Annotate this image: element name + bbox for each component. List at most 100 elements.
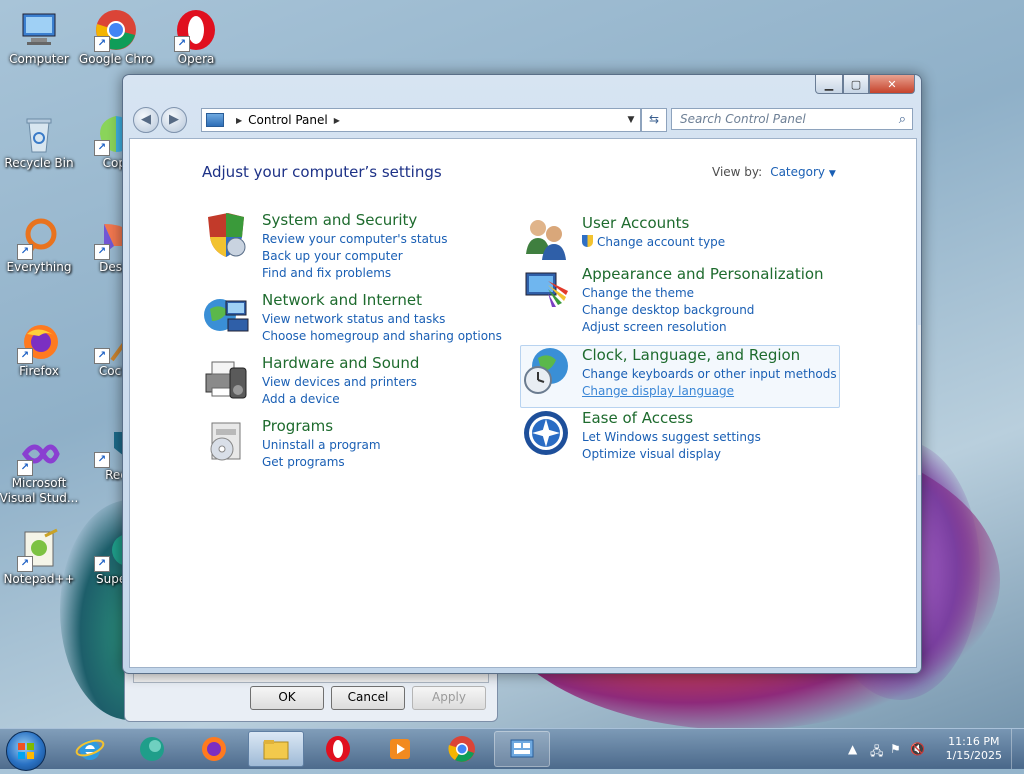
category-title[interactable]: Hardware and Sound [262, 354, 419, 372]
scrollbar[interactable] [918, 325, 921, 475]
appearance-icon [522, 265, 570, 313]
breadcrumb-arrow-icon[interactable]: ▶ [236, 116, 242, 125]
taskbar-file-explorer[interactable] [248, 731, 304, 767]
desktop-icon-computer[interactable]: Computer [0, 8, 81, 67]
link[interactable]: Change desktop background [582, 302, 754, 319]
opera-icon: ↗ [174, 8, 218, 52]
shortcut-arrow-icon: ↗ [94, 140, 110, 156]
clock[interactable]: 11:16 PM 1/15/2025 [946, 735, 1002, 763]
programs-icon [202, 417, 250, 465]
link[interactable]: Adjust screen resolution [582, 319, 754, 336]
media-player-icon [390, 739, 410, 759]
shortcut-arrow-icon: ↗ [94, 348, 110, 364]
recycle-bin-icon [17, 112, 61, 156]
breadcrumb-control-panel[interactable]: Control Panel [248, 113, 328, 127]
chrome-icon [448, 736, 475, 762]
link[interactable]: Change display language [582, 383, 837, 400]
start-button[interactable] [6, 731, 46, 771]
desktop-icon-recycle-bin[interactable]: Recycle Bin [0, 112, 81, 171]
shortcut-arrow-icon: ↗ [17, 348, 33, 364]
back-button[interactable]: ◀ [133, 107, 159, 133]
maximize-button[interactable]: ▢ [843, 75, 869, 94]
taskbar-app[interactable] [124, 731, 180, 767]
link[interactable]: Find and fix problems [262, 265, 448, 282]
shield-icon [202, 211, 250, 259]
link[interactable]: Get programs [262, 454, 381, 471]
desktop-icon-label: Everything [6, 260, 72, 274]
category-title[interactable]: Programs [262, 417, 333, 435]
link[interactable]: Optimize visual display [582, 446, 761, 463]
view-by-label: View by: [712, 165, 763, 179]
desktop-icon-notepadpp[interactable]: ↗ Notepad++ [0, 528, 81, 587]
forward-arrow-icon: ▶ [169, 112, 179, 127]
desktop-icon-label: Recycle Bin [4, 156, 74, 170]
category-title[interactable]: Ease of Access [582, 409, 693, 427]
show-hidden-icons-icon[interactable]: ▲ [848, 742, 857, 756]
breadcrumb-arrow-icon[interactable]: ▶ [334, 116, 340, 125]
minimize-button[interactable]: ▁ [815, 75, 843, 94]
link[interactable]: Back up your computer [262, 248, 448, 265]
system-tray: ▲ 🖧 ⚑ 🔇 11:16 PM 1/15/2025 [834, 729, 1024, 769]
taskbar-chrome[interactable] [434, 731, 490, 767]
app-icon [140, 737, 164, 761]
view-by-dropdown[interactable]: Category ▼ [770, 165, 836, 179]
view-by: View by: Category ▼ [712, 165, 836, 179]
link[interactable]: Change account type [582, 234, 725, 251]
address-bar[interactable]: ▶ Control Panel ▶ ▼ [201, 108, 641, 132]
link[interactable]: View network status and tasks [262, 311, 502, 328]
shortcut-arrow-icon: ↗ [94, 452, 110, 468]
control-panel-icon [206, 113, 224, 127]
internet-explorer-icon [75, 739, 105, 760]
category-title[interactable]: Appearance and Personalization [582, 265, 824, 283]
close-button[interactable]: ✕ [869, 75, 915, 94]
apply-button[interactable]: Apply [412, 686, 486, 710]
volume-muted-icon[interactable]: 🔇 [910, 742, 925, 756]
search-input[interactable]: Search Control Panel ⌕ [671, 108, 913, 130]
taskbar-firefox[interactable] [186, 731, 242, 767]
forward-button[interactable]: ▶ [161, 107, 187, 133]
taskbar-control-panel[interactable] [494, 731, 550, 767]
close-icon: ✕ [887, 77, 897, 91]
back-arrow-icon: ◀ [141, 112, 151, 127]
desktop-icon-opera[interactable]: ↗ Opera [154, 8, 238, 67]
users-icon [522, 214, 570, 262]
ok-button[interactable]: OK [250, 686, 324, 710]
search-placeholder: Search Control Panel [680, 112, 806, 126]
link[interactable]: Let Windows suggest settings [582, 429, 761, 446]
category-title[interactable]: Network and Internet [262, 291, 422, 309]
taskbar-opera[interactable] [310, 731, 366, 767]
taskbar-internet-explorer[interactable] [62, 731, 118, 767]
page-title: Adjust your computer’s settings [202, 163, 442, 181]
file-explorer-icon [263, 740, 289, 760]
action-center-flag-icon[interactable]: ⚑ [890, 742, 901, 756]
desktop-icon-google-chrome[interactable]: ↗ Google Chro [74, 8, 158, 67]
link[interactable]: Choose homegroup and sharing options [262, 328, 502, 345]
link[interactable]: Uninstall a program [262, 437, 381, 454]
link[interactable]: Change keyboards or other input methods [582, 366, 837, 383]
desktop-icon-visual-studio[interactable]: ↗ Microsoft Visual Stud... [0, 432, 81, 506]
link[interactable]: View devices and printers [262, 374, 417, 391]
cancel-button[interactable]: Cancel [331, 686, 405, 710]
network-icon[interactable]: 🖧 [870, 742, 883, 763]
desktop-icon-label: Notepad++ [3, 572, 75, 586]
taskbar-media-player[interactable] [372, 731, 428, 767]
chevron-down-icon: ▼ [828, 169, 836, 179]
category-title[interactable]: Clock, Language, and Region [582, 346, 800, 364]
refresh-button[interactable]: ⇆ [641, 108, 667, 132]
category-title[interactable]: User Accounts [582, 214, 689, 232]
show-desktop-button[interactable] [1011, 729, 1024, 769]
desktop-icon-label: Google Chro [78, 52, 154, 66]
clock-date: 1/15/2025 [945, 749, 1002, 762]
control-panel-content: Adjust your computer’s settings View by:… [129, 138, 921, 668]
category-title[interactable]: System and Security [262, 211, 417, 229]
search-icon[interactable]: ⌕ [899, 112, 906, 127]
address-dropdown-icon[interactable]: ▼ [622, 115, 640, 125]
firefox-icon: ↗ [17, 320, 61, 364]
link[interactable]: Change the theme [582, 285, 754, 302]
link[interactable]: Review your computer's status [262, 231, 448, 248]
clock-time: 11:16 PM [948, 735, 1000, 748]
desktop-icon-everything[interactable]: ↗ Everything [0, 216, 81, 275]
shortcut-arrow-icon: ↗ [94, 244, 110, 260]
link[interactable]: Add a device [262, 391, 417, 408]
desktop-icon-firefox[interactable]: ↗ Firefox [0, 320, 81, 379]
